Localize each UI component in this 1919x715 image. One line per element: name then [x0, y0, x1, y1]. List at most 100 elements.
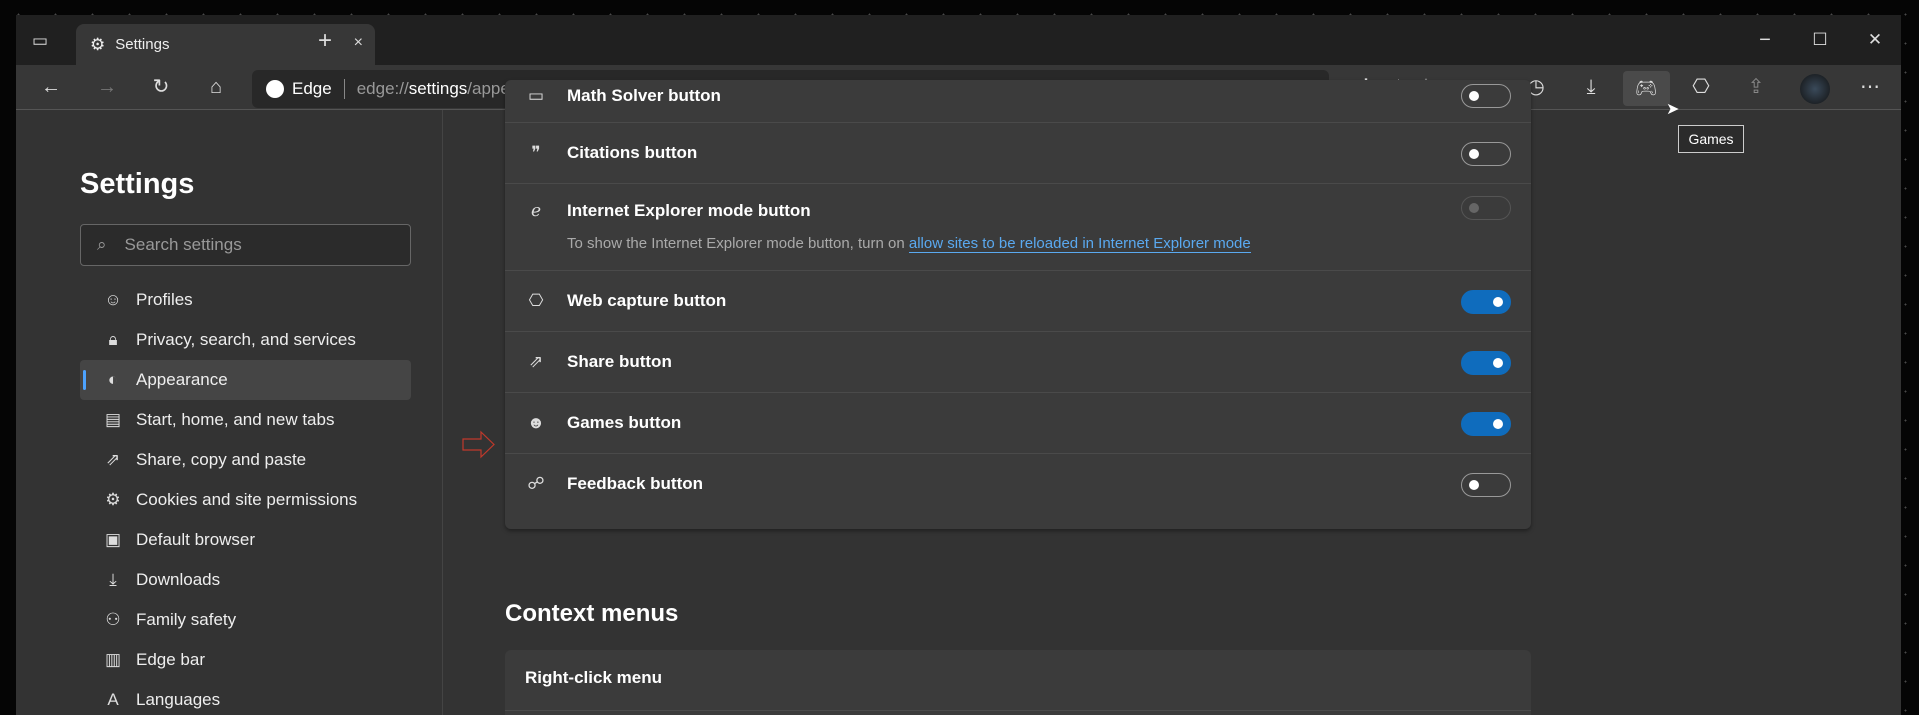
sidebar-item-label: Privacy, search, and services	[136, 330, 356, 349]
home-icon[interactable]: ⌂	[200, 71, 232, 103]
right-click-menu-label: Right-click menu	[525, 668, 662, 687]
start-tabs-icon: ▤	[104, 410, 122, 429]
sidebar-nav: ☺ Profiles 🔒︎ Privacy, search, and services…	[80, 280, 411, 715]
setting-label: Citations button	[567, 143, 698, 162]
sidebar: Settings ⌕ Search settings ☺ Profiles 🔒︎ Pr…	[16, 110, 443, 715]
games-toolbar-button[interactable]: 🎮︎	[1623, 71, 1670, 106]
setting-label: Internet Explorer mode button	[567, 201, 811, 220]
sidebar-item-start-home-and-new-tabs[interactable]: ▤ Start, home, and new tabs	[80, 400, 411, 440]
tab-actions-icon[interactable]: ▭	[24, 25, 56, 57]
setting-label: Web capture button	[567, 291, 727, 310]
toggle-switch	[1461, 196, 1511, 220]
setting-label: Feedback button	[567, 474, 704, 493]
browser-window: ▭ ⚙ Settings × + − ☐ ✕ ← → ↻ ⌂ Edge edge…	[16, 15, 1901, 715]
sidebar-item-label: Cookies and site permissions	[136, 490, 358, 509]
toggle-switch[interactable]	[1461, 411, 1511, 436]
edge-bar-icon: ▥	[104, 650, 122, 669]
games-icon: 🎮︎	[1634, 78, 1658, 98]
tab-title: Settings	[115, 36, 170, 53]
minimize-button[interactable]: −	[1749, 24, 1781, 56]
sidebar-item-languages[interactable]: A Languages	[80, 680, 411, 715]
profile-icon: ☺	[104, 290, 122, 309]
sidebar-item-label: Share, copy and paste	[136, 450, 307, 469]
setting-row-math-solver: ▭ Math Solver button	[505, 70, 1531, 122]
right-click-menu-card[interactable]: Right-click menu	[505, 650, 1531, 715]
gear-icon: ⚙	[90, 34, 106, 54]
refresh-icon[interactable]: ↻	[145, 71, 177, 103]
setting-row-ie-mode: ℯ Internet Explorer mode button To show th…	[505, 183, 1531, 270]
toggle-switch[interactable]	[1461, 350, 1511, 375]
share-icon: ⇗	[528, 352, 544, 371]
setting-description: To show the Internet Explorer mode butto…	[567, 235, 1251, 253]
new-tab-button[interactable]: +	[309, 25, 341, 57]
toggle-switch[interactable]	[1461, 141, 1511, 166]
setting-label: Math Solver button	[567, 86, 721, 105]
sidebar-item-cookies-and-site-permissions[interactable]: ⚙ Cookies and site permissions	[80, 480, 411, 520]
url-scheme: edge://	[356, 79, 409, 98]
edge-logo-icon	[266, 80, 284, 98]
toggle-switch[interactable]	[1461, 472, 1511, 497]
search-placeholder: Search settings	[124, 235, 242, 254]
close-window-button[interactable]: ✕	[1859, 24, 1891, 56]
sidebar-item-profiles[interactable]: ☺ Profiles	[80, 280, 411, 320]
web-capture-icon: ⎔	[528, 291, 544, 310]
setting-row-citations: ❞ Citations button	[505, 122, 1531, 183]
more-menu-icon[interactable]: ⋯	[1854, 71, 1886, 103]
download-icon: ⤓	[109, 570, 117, 589]
tab-close-button[interactable]: ×	[354, 34, 363, 52]
math-solver-icon: ▭	[527, 86, 545, 105]
languages-icon: A	[107, 690, 119, 709]
annotation-arrow-icon	[461, 430, 496, 459]
web-capture-icon[interactable]: ⎔	[1685, 71, 1717, 103]
description-text: To show the Internet Explorer mode butto…	[567, 235, 909, 252]
sidebar-item-label: Start, home, and new tabs	[136, 410, 335, 429]
setting-row-games: ☻ Games button	[505, 392, 1531, 453]
sidebar-item-label: Downloads	[136, 570, 221, 589]
palette-icon: ◐	[107, 370, 119, 389]
maximize-button[interactable]: ☐	[1804, 24, 1836, 56]
toggle-switch[interactable]	[1461, 289, 1511, 314]
avatar[interactable]	[1800, 74, 1830, 104]
setting-row-feedback: ☍ Feedback button	[505, 453, 1531, 514]
sidebar-item-privacy-search-and-services[interactable]: 🔒︎ Privacy, search, and services	[80, 320, 411, 360]
citations-icon: ❞	[531, 143, 541, 162]
sidebar-item-edge-bar[interactable]: ▥ Edge bar	[80, 640, 411, 680]
forward-icon[interactable]: →	[91, 71, 123, 103]
setting-row-web-capture: ⎔ Web capture button	[505, 270, 1531, 331]
search-input[interactable]: ⌕ Search settings	[80, 224, 411, 266]
search-icon: ⌕	[97, 235, 107, 254]
sidebar-item-label: Languages	[136, 690, 221, 709]
share-icon[interactable]: ⇪	[1740, 71, 1772, 103]
address-brand: Edge	[292, 79, 332, 98]
url-host: settings	[408, 79, 468, 98]
share-icon: ⇗	[105, 450, 121, 469]
toggle-switch[interactable]	[1461, 84, 1511, 108]
mouse-cursor-icon: ➤	[1666, 101, 1680, 118]
divider	[505, 710, 1531, 711]
sidebar-item-family-safety[interactable]: ⚇ Family safety	[80, 600, 411, 640]
downloads-icon[interactable]: ⤓	[1575, 71, 1607, 103]
setting-row-share: ⇗ Share button	[505, 331, 1531, 392]
cookies-icon: ⚙	[105, 490, 121, 509]
games-tooltip: Games	[1678, 125, 1744, 153]
sidebar-item-share-copy-and-paste[interactable]: ⇗ Share, copy and paste	[80, 440, 411, 480]
family-icon: ⚇	[105, 610, 121, 629]
sidebar-item-default-browser[interactable]: ▣ Default browser	[80, 520, 411, 560]
sidebar-item-label: Default browser	[136, 530, 256, 549]
sidebar-item-label: Edge bar	[136, 650, 205, 669]
sidebar-item-label: Family safety	[136, 610, 237, 629]
back-icon[interactable]: ←	[35, 71, 67, 103]
games-icon: ☻	[527, 413, 545, 432]
page-title: Settings	[80, 168, 195, 200]
setting-label: Games button	[567, 413, 682, 432]
ie-mode-settings-link[interactable]: allow sites to be reloaded in Internet E…	[908, 235, 1251, 253]
sidebar-item-label: Appearance	[136, 370, 228, 389]
lock-icon: 🔒︎	[108, 330, 118, 349]
address-divider	[343, 79, 345, 99]
feedback-icon: ☍	[527, 474, 545, 493]
sidebar-item-downloads[interactable]: ⤓ Downloads	[80, 560, 411, 600]
section-heading-context-menus: Context menus	[505, 600, 679, 627]
default-browser-icon: ▣	[104, 530, 122, 549]
setting-label: Share button	[567, 352, 672, 371]
sidebar-item-appearance[interactable]: ◐ Appearance	[80, 360, 411, 400]
